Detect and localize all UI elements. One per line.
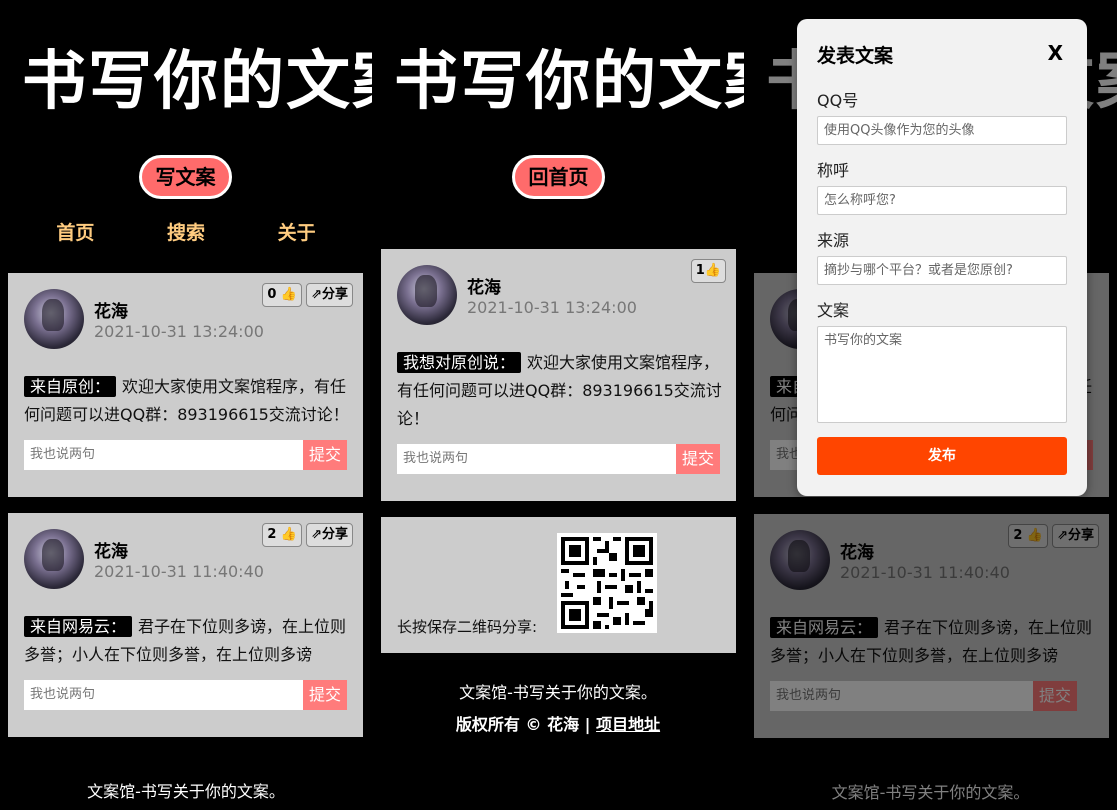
post-card: 花海 2021-10-31 11:40:40 2 👍 ⇗分享 来自网易云： 君子在… [8, 513, 363, 737]
comment-input[interactable]: 我也说两句 [24, 680, 303, 710]
source-label: 来源 [817, 231, 850, 250]
avatar [397, 265, 457, 325]
nav-home[interactable]: 首页 [56, 218, 94, 245]
post-content: 来自原创：欢迎大家使用文案馆程序，有任何问题可以进QQ群：893196615交流… [24, 376, 349, 424]
share-icon: ⇗ [1057, 528, 1068, 543]
comment-input[interactable]: 我也说两句 [24, 440, 303, 470]
post-author: 花海 [94, 542, 128, 562]
post-time: 2021-10-31 13:24:00 [94, 322, 264, 341]
footer-text: 文案馆-书写关于你的文案。 [87, 782, 285, 801]
post-detail-card: 花海 2021-10-31 13:24:00 1👍 我想对原创说： 欢迎大家使用文… [381, 249, 736, 501]
detail-panel: 书写你的文案 回首页 花海 2021-10-31 13:24:00 1👍 我想对… [372, 0, 788, 810]
footer-text: 文案馆-书写关于你的文案。 [459, 683, 657, 702]
avatar [24, 529, 84, 589]
comment-input[interactable]: 我也说两句 [397, 444, 676, 474]
close-icon[interactable]: X [1048, 41, 1063, 65]
publish-modal: 发表文案 X QQ号 使用QQ头像作为您的头像 称呼 怎么称呼您? 来源 摘抄与… [797, 19, 1087, 496]
avatar [770, 530, 830, 590]
avatar [24, 289, 84, 349]
share-button[interactable]: ⇗分享 [1052, 524, 1099, 548]
home-button[interactable]: 回首页 [512, 155, 605, 199]
write-button[interactable]: 写文案 [139, 155, 232, 199]
comment-submit-button[interactable]: 提交 [303, 440, 347, 470]
publish-button[interactable]: 发布 [817, 437, 1067, 475]
site-logo: 书写你的文案 [22, 45, 418, 119]
post-content: 来自网易云： 君子在下位则多谤，在上位则多誉；小人在下位则多誉，在上位则多谤 [24, 616, 347, 664]
qr-share-card: 长按保存二维码分享: [381, 517, 736, 653]
post-content: 我想对原创说： 欢迎大家使用文案馆程序，有任何问题可以进QQ群：893196615… [397, 352, 722, 428]
qq-label: QQ号 [817, 91, 859, 110]
comment-submit-button[interactable]: 提交 [676, 444, 720, 474]
nav-about[interactable]: 关于 [278, 218, 316, 245]
source-input[interactable]: 摘抄与哪个平台？或者是您原创? [817, 256, 1067, 285]
thumbs-up-icon: 👍 [276, 287, 298, 302]
post-author: 花海 [94, 302, 128, 322]
project-link[interactable]: 项目地址 [596, 715, 660, 734]
footer-copyright: 版权所有 © 花海 | 项目地址 [455, 715, 661, 734]
source-tag: 来自原创： [24, 376, 117, 397]
share-button[interactable]: ⇗分享 [306, 523, 353, 547]
site-logo: 书写你的文案 [394, 45, 790, 119]
like-button[interactable]: 2 👍 [1008, 524, 1049, 548]
footer-text: 文案馆-书写关于你的文案。 [831, 783, 1030, 802]
qr-code [557, 533, 657, 633]
like-button[interactable]: 1👍 [690, 259, 726, 283]
source-tag: 来自网易云： [770, 617, 879, 638]
text-textarea[interactable]: 书写你的文案 [817, 326, 1067, 423]
share-icon: ⇗ [311, 527, 322, 542]
post-card: 花海 2021-10-31 11:40:40 2 👍 ⇗分享 来自网易云： 君子在… [754, 514, 1109, 738]
qq-input[interactable]: 使用QQ头像作为您的头像 [817, 116, 1067, 145]
thumbs-up-icon: 👍 [276, 527, 298, 542]
post-time: 2021-10-31 11:40:40 [840, 563, 1010, 582]
comment-submit-button[interactable]: 提交 [1033, 681, 1077, 711]
source-tag: 我想对原创说： [397, 352, 522, 373]
share-icon: ⇗ [311, 287, 322, 302]
post-content: 来自网易云： 君子在下位则多谤，在上位则多誉；小人在下位则多誉，在上位则多谤 [770, 617, 1093, 665]
post-card: 花海 2021-10-31 13:24:00 0 👍 ⇗分享 来自原创： 欢迎大家… [8, 273, 363, 497]
comment-submit-button[interactable]: 提交 [303, 680, 347, 710]
post-time: 2021-10-31 11:40:40 [94, 562, 264, 581]
post-time: 2021-10-31 13:24:00 [467, 298, 637, 317]
modal-title: 发表文案 [817, 45, 894, 67]
main-nav: 首页 搜索 关于 [0, 218, 372, 245]
source-tag: 来自网易云： [24, 616, 133, 637]
text-label: 文案 [817, 301, 850, 320]
comment-input[interactable]: 我也说两句 [770, 681, 1049, 711]
qr-label: 长按保存二维码分享: [397, 618, 538, 636]
thumbs-up-icon: 👍 [704, 263, 721, 278]
like-button[interactable]: 0 👍 [262, 283, 303, 307]
like-button[interactable]: 2 👍 [262, 523, 303, 547]
home-panel: 书写你的文案 写文案 首页 搜索 关于 花海 2021-10-31 13:24:… [0, 0, 416, 810]
thumbs-up-icon: 👍 [1022, 528, 1044, 543]
post-author: 花海 [467, 278, 501, 298]
name-label: 称呼 [817, 161, 850, 180]
name-input[interactable]: 怎么称呼您? [817, 186, 1067, 215]
share-button[interactable]: ⇗分享 [306, 283, 353, 307]
post-author: 花海 [840, 543, 874, 563]
nav-search[interactable]: 搜索 [167, 218, 205, 245]
